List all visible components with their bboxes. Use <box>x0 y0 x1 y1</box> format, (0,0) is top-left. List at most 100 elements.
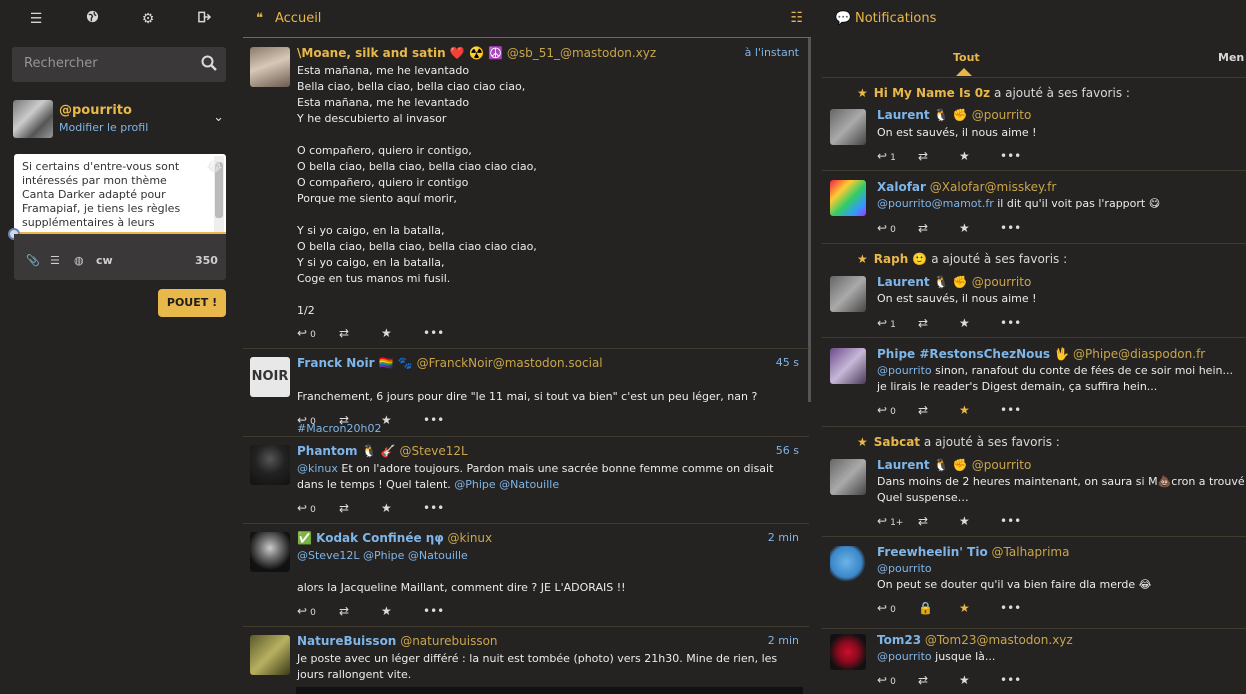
avatar[interactable] <box>830 348 866 384</box>
boost-button[interactable]: ⇄ <box>339 413 381 427</box>
avatar[interactable] <box>830 109 866 145</box>
timestamp[interactable]: 2 min <box>768 634 799 647</box>
notification-favourite[interactable]: ★ Hi My Name Is 0z a ajouté à ses favoris… <box>822 78 1246 171</box>
boost-button[interactable]: ⇄ <box>918 673 959 687</box>
favourite-button[interactable]: ★ <box>381 413 423 427</box>
notification-mention[interactable]: Tom23 @Tom23@mastodon.xyz @pourrito jusq… <box>822 629 1246 694</box>
account-handle[interactable]: @sb_51_@mastodon.xyz <box>507 46 656 60</box>
timestamp[interactable]: 56 s <box>776 444 799 457</box>
mention-link[interactable]: @kinux <box>297 462 338 475</box>
reply-button[interactable]: ↩ 1 <box>877 316 918 330</box>
tab-mentions[interactable]: Men <box>1218 51 1244 64</box>
home-column-header[interactable]: ❝ Accueil ☷ <box>243 0 811 38</box>
status-item[interactable]: \Moane, silk and satin ❤️ ☢️ ☮️ @sb_51_@… <box>243 39 809 349</box>
timestamp[interactable]: à l'instant <box>745 46 799 59</box>
display-name[interactable]: NatureBuisson <box>297 634 396 648</box>
notification-favourite[interactable]: ★ Sabcat a ajouté à ses favoris : Laurent… <box>822 427 1246 537</box>
reply-button[interactable]: ↩ 0 <box>297 604 339 618</box>
favourite-button[interactable]: ★ <box>959 316 1000 330</box>
account-handle[interactable]: @FranckNoir@mastodon.social <box>417 356 603 370</box>
mention-link[interactable]: @pourrito <box>877 364 932 377</box>
account-handle[interactable]: @naturebuisson <box>400 634 497 648</box>
favourite-button[interactable]: ★ <box>959 673 1000 687</box>
boost-button[interactable]: ⇄ <box>918 403 959 417</box>
status-item[interactable]: Phantom 🐧 🎸 @Steve12L 56 s @kinux Et on … <box>243 437 809 524</box>
timestamp[interactable]: 2 min <box>768 531 799 544</box>
favourite-button[interactable]: ★ <box>959 514 1000 528</box>
favourite-button[interactable]: ★ <box>381 604 423 618</box>
search-box[interactable]: Rechercher <box>12 47 226 82</box>
display-name[interactable]: Phantom 🐧 🎸 <box>297 444 396 458</box>
boost-button[interactable]: ⇄ <box>918 514 959 528</box>
more-button[interactable]: ••• <box>1000 316 1041 330</box>
favourite-button[interactable]: ★ <box>959 149 1000 163</box>
tab-all[interactable]: Tout <box>953 51 980 64</box>
more-button[interactable]: ••• <box>1000 514 1041 528</box>
reply-button[interactable]: ↩ 0 <box>877 601 918 615</box>
account-handle[interactable]: @Steve12L <box>400 444 468 458</box>
reply-button[interactable]: ↩ 0 <box>877 673 918 687</box>
avatar[interactable] <box>830 546 866 582</box>
boost-button[interactable]: ⇄ <box>339 501 381 515</box>
more-button[interactable]: ••• <box>423 501 465 515</box>
avatar[interactable] <box>13 100 53 138</box>
timestamp[interactable]: 45 s <box>776 356 799 369</box>
more-button[interactable]: ••• <box>1000 673 1041 687</box>
emoji-picker-icon[interactable]: 😂 <box>207 160 222 175</box>
reply-button[interactable]: ↩ 1 <box>877 149 918 163</box>
mention-link[interactable]: @pourrito <box>877 562 932 575</box>
display-name[interactable]: Franck Noir 🏳️‍🌈 🐾 <box>297 356 413 370</box>
boost-button[interactable]: ⇄ <box>339 604 381 618</box>
mention-link[interactable]: @pourrito <box>877 650 932 663</box>
avatar[interactable] <box>250 47 290 87</box>
search-input[interactable]: Rechercher <box>24 56 98 71</box>
mention-link[interactable]: @Steve12L @Phipe @Natouille <box>297 549 468 562</box>
notification-favourite[interactable]: ★ Raph 🙂 a ajouté à ses favoris : Laurent… <box>822 244 1246 338</box>
reply-button[interactable]: ↩ 1+ <box>877 514 918 528</box>
attach-icon[interactable]: 📎 <box>26 254 40 267</box>
more-button[interactable]: ••• <box>423 413 465 427</box>
boost-button[interactable]: ⇄ <box>918 221 959 235</box>
reply-button[interactable]: ↩ 0 <box>297 501 339 515</box>
more-button[interactable]: ••• <box>1000 149 1041 163</box>
publish-button[interactable]: POUET ! <box>158 289 226 317</box>
more-button[interactable]: ••• <box>1000 403 1041 417</box>
menu-icon[interactable]: ☰ <box>21 0 51 38</box>
display-name[interactable]: ✅ Kodak Confinée ηφ <box>297 531 444 545</box>
notification-mention[interactable]: Freewheelin' Tio @Talhaprima @pourrito On… <box>822 537 1246 629</box>
status-item[interactable]: ✅ Kodak Confinée ηφ @kinux 2 min @Steve1… <box>243 524 809 627</box>
avatar[interactable] <box>830 634 866 670</box>
mention-link[interactable]: @pourrito@mamot.fr <box>877 197 994 210</box>
reply-button[interactable]: ↩ 0 <box>877 221 918 235</box>
notification-mention[interactable]: Xalofar @Xalofar@misskey.fr @pourrito@ma… <box>822 171 1246 244</box>
status-item[interactable]: NatureBuisson @naturebuisson 2 min Je po… <box>243 627 809 694</box>
boost-button[interactable]: ⇄ <box>918 149 959 163</box>
logout-icon[interactable] <box>189 0 219 38</box>
avatar[interactable] <box>830 459 866 495</box>
search-icon[interactable] <box>200 54 218 72</box>
favourite-button[interactable]: ★ <box>959 601 1000 615</box>
boost-button[interactable]: ⇄ <box>918 316 959 330</box>
compose-textarea[interactable]: Si certains d'entre-vous sont intéressés… <box>14 154 226 234</box>
status-item[interactable]: NOIR Franck Noir 🏳️‍🌈 🐾 @FranckNoir@mast… <box>243 349 809 437</box>
edit-profile-link[interactable]: Modifier le profil <box>59 121 148 134</box>
globe-icon[interactable] <box>77 0 107 38</box>
favourite-button[interactable]: ★ <box>381 326 423 340</box>
favourite-button[interactable]: ★ <box>959 221 1000 235</box>
visibility-globe-icon[interactable]: ◍ <box>74 254 84 267</box>
reply-button[interactable]: ↩ 0 <box>297 413 339 427</box>
notifications-column-header[interactable]: 💬 Notifications <box>822 0 1246 38</box>
favourite-button[interactable]: ★ <box>381 501 423 515</box>
account-handle[interactable]: @kinux <box>448 531 493 545</box>
avatar[interactable]: NOIR <box>250 357 290 397</box>
reply-button[interactable]: ↩ 0 <box>297 326 339 340</box>
more-button[interactable]: ••• <box>423 326 465 340</box>
more-button[interactable]: ••• <box>423 604 465 618</box>
mention-link[interactable]: @Phipe @Natouille <box>454 478 559 491</box>
reply-button[interactable]: ↩ 0 <box>877 403 918 417</box>
avatar[interactable] <box>250 635 290 675</box>
display-name[interactable]: \Moane, silk and satin ❤️ ☢️ ☮️ <box>297 46 503 60</box>
compose-text[interactable]: Si certains d'entre-vous sont intéressés… <box>22 160 202 230</box>
notification-mention[interactable]: Phipe #RestonsChezNous 🖖 @Phipe@diaspodo… <box>822 338 1246 427</box>
avatar[interactable] <box>830 180 866 216</box>
